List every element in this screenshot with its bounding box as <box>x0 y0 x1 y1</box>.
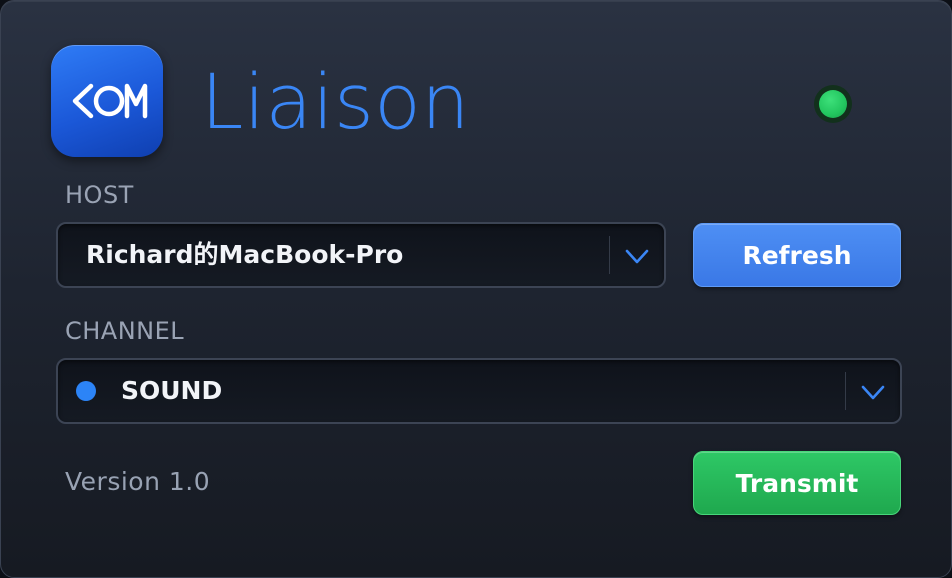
version-text: Version 1.0 <box>65 467 211 496</box>
host-select[interactable]: Richard的MacBook-Pro <box>56 222 666 288</box>
channel-select[interactable]: SOUND <box>56 358 902 424</box>
channel-select-value: SOUND <box>121 376 223 405</box>
status-light <box>819 90 847 118</box>
channel-select-divider <box>845 372 846 410</box>
channel-indicator-dot <box>76 381 96 401</box>
com-logo-icon <box>51 45 163 157</box>
refresh-button[interactable]: Refresh <box>693 223 901 287</box>
channel-label: CHANNEL <box>65 317 185 345</box>
app-window: Liaison HOST Richard的MacBook-Pro Refresh… <box>0 0 952 578</box>
host-label: HOST <box>65 181 134 209</box>
chevron-down-icon[interactable] <box>860 379 886 405</box>
host-select-value: Richard的MacBook-Pro <box>86 240 404 269</box>
app-title: Liaison <box>201 57 470 146</box>
transmit-button[interactable]: Transmit <box>693 451 901 515</box>
chevron-down-icon[interactable] <box>624 243 650 269</box>
host-select-divider <box>609 236 610 274</box>
connection-status-indicator <box>814 85 852 123</box>
